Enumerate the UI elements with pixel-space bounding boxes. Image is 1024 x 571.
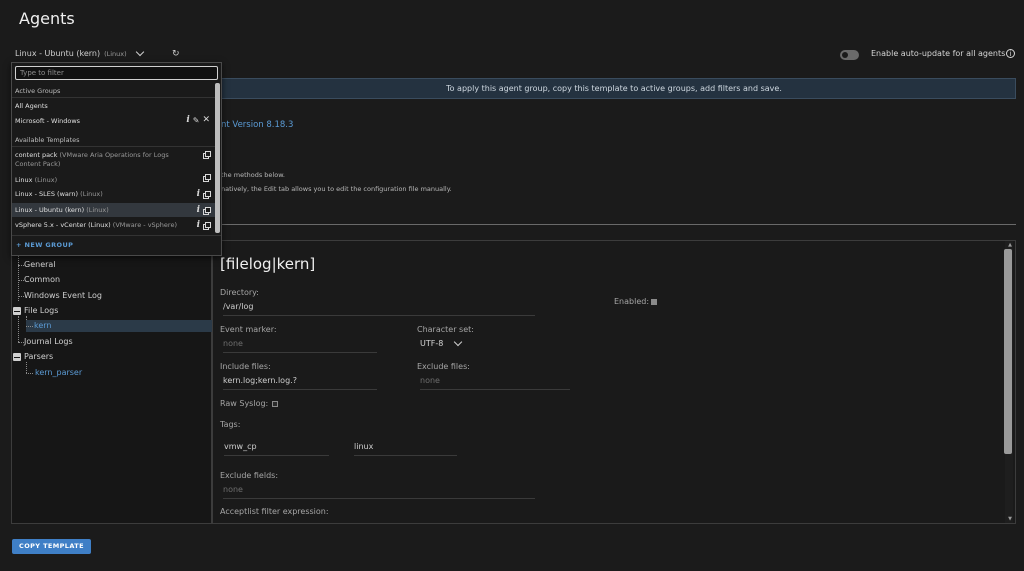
copy-icon[interactable] (203, 151, 211, 159)
page-title: Agents (19, 9, 75, 28)
include-files-label: Include files: (220, 362, 271, 371)
tree-item-parsers[interactable]: Parsers (24, 352, 53, 361)
item-sub: (Linux) (86, 206, 109, 214)
dropdown-item-linux-sles[interactable]: Linux - SLES (warn) (Linux) i (12, 188, 216, 201)
dropdown-item-microsoft-windows[interactable]: Microsoft - Windows i ✎ ✕ (12, 115, 216, 127)
methods-text: the methods below. (221, 171, 285, 179)
dropdown-item-linux-ubuntu[interactable]: Linux - Ubuntu (kern) (Linux) i (12, 203, 216, 217)
copy-template-banner: To apply this agent group, copy this tem… (212, 78, 1016, 99)
tree-line (26, 326, 33, 327)
tree-line (18, 256, 19, 301)
acceptlist-label: Acceptlist filter expression: (220, 507, 329, 516)
raw-syslog-label: Raw Syslog: (220, 399, 269, 408)
chevron-down-icon (454, 337, 463, 347)
exclude-files-label: Exclude files: (417, 362, 470, 371)
scroll-up-icon[interactable]: ▲ (1008, 242, 1012, 248)
info-icon[interactable]: i (186, 115, 189, 125)
tree-line (26, 362, 27, 373)
divider (212, 224, 1016, 225)
active-groups-header: Active Groups (15, 87, 61, 95)
info-icon[interactable]: i (197, 188, 200, 201)
directory-label: Directory: (220, 288, 259, 297)
charset-value: UTF-8 (420, 339, 444, 348)
agent-group-dropdown: Active Groups All Agents Microsoft - Win… (11, 62, 222, 256)
item-name: content pack (15, 151, 58, 159)
agent-select-name: Linux - Ubuntu (kern) (15, 49, 101, 58)
new-group-button[interactable]: + NEW GROUP (16, 241, 73, 249)
tree-item-common[interactable]: Common (24, 275, 60, 284)
directory-input[interactable]: /var/log (223, 302, 535, 316)
collapse-icon[interactable] (13, 307, 21, 315)
copy-icon[interactable] (203, 191, 211, 199)
scrollbar-thumb[interactable] (1004, 249, 1012, 454)
info-icon[interactable]: i (197, 219, 200, 232)
tree-item-windows-event-log[interactable]: Windows Event Log (24, 291, 102, 300)
copy-icon[interactable] (203, 222, 211, 230)
divider (12, 146, 216, 147)
auto-update-toggle[interactable] (840, 50, 859, 60)
section-title: [filelog|kern] (220, 255, 316, 273)
divider (12, 97, 216, 98)
tree-item-kern[interactable]: kern (26, 320, 219, 332)
auto-update-label: Enable auto-update for all agents (871, 49, 1006, 58)
refresh-icon[interactable]: ↻ (172, 49, 180, 59)
item-sub: (Linux) (34, 176, 58, 184)
include-files-input[interactable]: kern.log;kern.log.? (223, 376, 377, 390)
config-tree: General Common Windows Event Log File Lo… (11, 256, 219, 524)
info-icon[interactable]: i (197, 203, 200, 217)
dropdown-item-vsphere[interactable]: vSphere 5.x - vCenter (Linux) (VMware - … (12, 219, 216, 232)
edit-tab-note: natively, the Edit tab allows you to edi… (221, 185, 452, 193)
raw-syslog-checkbox[interactable] (272, 401, 278, 407)
event-marker-input[interactable]: none (223, 339, 377, 353)
item-sub: (VMware - vSphere) (112, 221, 177, 229)
filter-input[interactable] (15, 66, 218, 80)
exclude-fields-label: Exclude fields: (220, 471, 279, 480)
tree-item-kern-parser[interactable]: kern_parser (35, 368, 82, 377)
chevron-down-icon (135, 47, 144, 57)
tag-key-input[interactable]: vmw_cp (224, 442, 329, 456)
charset-label: Character set: (417, 325, 474, 334)
tree-line (26, 373, 33, 374)
tree-item-journal-logs[interactable]: Journal Logs (24, 337, 73, 346)
item-name: Linux - Ubuntu (kern) (15, 206, 85, 214)
info-icon[interactable]: i (1006, 49, 1015, 58)
exclude-fields-input[interactable]: none (223, 485, 535, 499)
config-panel: [filelog|kern] Directory: /var/log Enabl… (212, 240, 1016, 524)
tree-item-file-logs[interactable]: File Logs (24, 306, 58, 315)
charset-select[interactable]: UTF-8 (420, 337, 465, 348)
agent-group-select[interactable]: Linux - Ubuntu (kern) (Linux) (15, 47, 147, 58)
enabled-label: Enabled: (614, 297, 650, 306)
collapse-icon[interactable] (13, 353, 21, 361)
available-templates-header: Available Templates (15, 136, 80, 144)
event-marker-label: Event marker: (220, 325, 277, 334)
dropdown-item-all-agents[interactable]: All Agents (12, 102, 216, 112)
tree-line (18, 316, 19, 342)
item-name: All Agents (15, 102, 48, 110)
tag-value-input[interactable]: linux (354, 442, 457, 456)
agent-version-link[interactable]: nt Version 8.18.3 (221, 120, 293, 130)
enabled-checkbox[interactable] (651, 299, 657, 305)
divider (12, 235, 221, 236)
item-sub: (Linux) (80, 190, 103, 198)
edit-icon[interactable]: ✎ (193, 116, 200, 125)
item-name: Microsoft - Windows (15, 117, 81, 125)
copy-icon[interactable] (203, 174, 211, 182)
tree-item-general[interactable]: General (24, 260, 56, 269)
dropdown-scrollbar[interactable] (215, 83, 220, 233)
copy-icon[interactable] (203, 206, 211, 215)
copy-template-button[interactable]: COPY TEMPLATE (12, 539, 91, 554)
close-icon[interactable]: ✕ (202, 115, 210, 125)
dropdown-item-linux[interactable]: Linux (Linux) (12, 174, 216, 186)
item-name: Linux (15, 176, 33, 184)
tags-label: Tags: (220, 420, 241, 429)
item-name: Linux - SLES (warn) (15, 190, 79, 198)
tree-item-kern-label: kern (34, 321, 52, 330)
item-name: vSphere 5.x - vCenter (Linux) (15, 221, 111, 229)
dropdown-item-content-pack[interactable]: content pack (VMware Aria Operations for… (12, 151, 216, 173)
scroll-down-icon[interactable]: ▼ (1008, 516, 1012, 522)
agent-select-os: (Linux) (104, 49, 127, 58)
exclude-files-input[interactable]: none (420, 376, 570, 390)
